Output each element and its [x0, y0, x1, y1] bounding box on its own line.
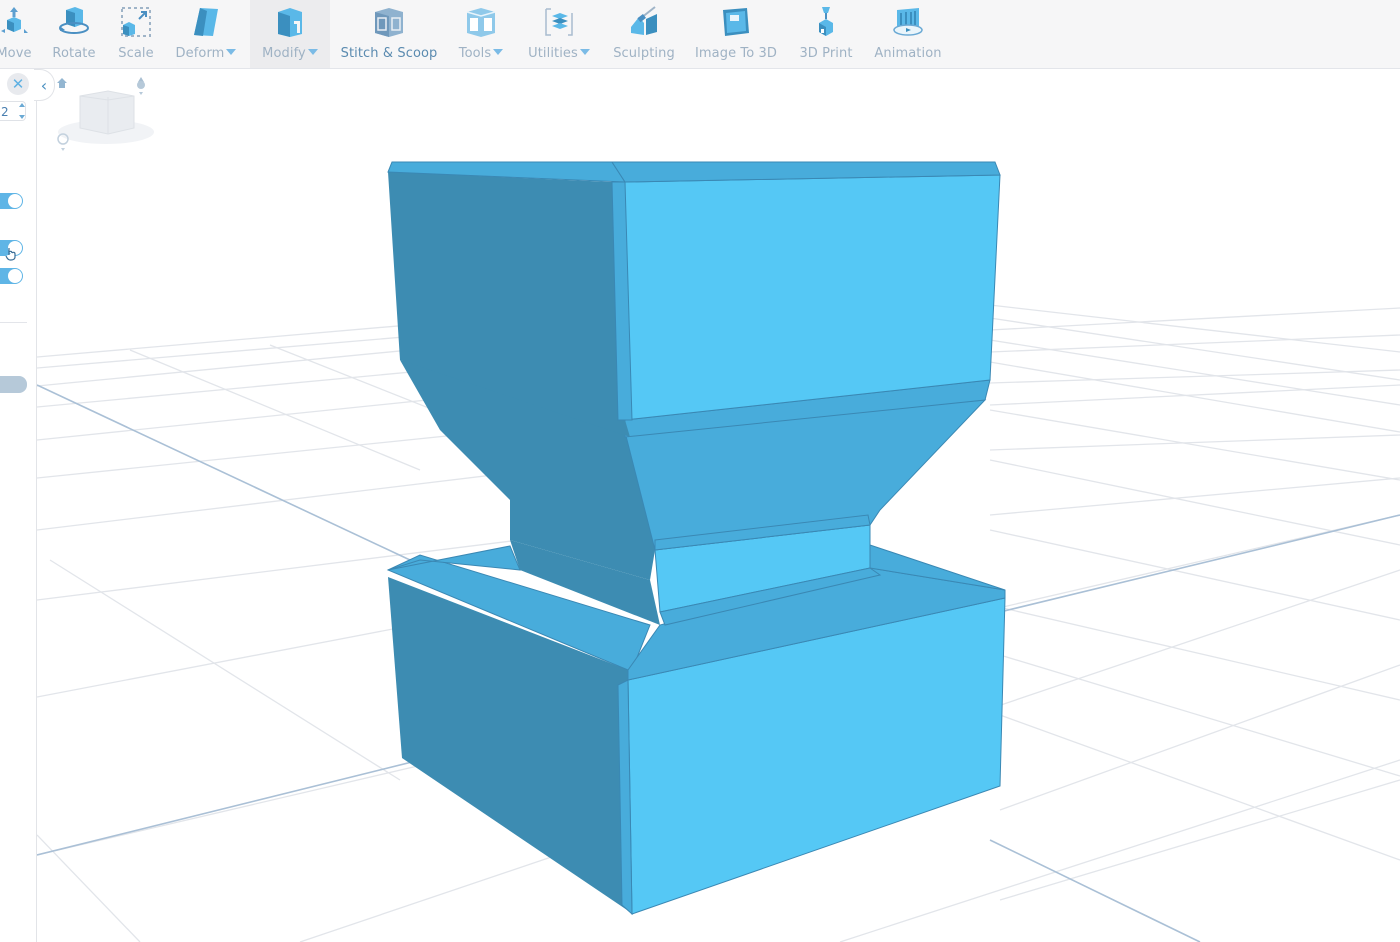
- grid-line: [999, 714, 1400, 861]
- grid-line: [129, 349, 421, 471]
- 3d-viewport[interactable]: [0, 0, 1400, 942]
- hand-cursor-icon: [5, 248, 16, 261]
- 3d-model[interactable]: [386, 161, 1006, 916]
- grid-line: [989, 409, 1400, 481]
- grid-line: [989, 434, 1400, 451]
- grid-line: [999, 664, 1400, 811]
- grid-line: [989, 304, 1400, 353]
- grid-line: [999, 779, 1400, 901]
- grid-line: [989, 477, 1400, 516]
- grid-line: [999, 654, 1400, 777]
- grid-line: [989, 529, 1400, 621]
- grid-line: [989, 307, 1400, 331]
- lightbulb-icon[interactable]: [56, 132, 70, 152]
- grid-line: [989, 604, 1400, 701]
- y-axis-line: [999, 514, 1400, 613]
- y-axis-line: [37, 759, 421, 856]
- x-axis-line: [989, 839, 1201, 942]
- cup-front-face: [624, 174, 1001, 421]
- grid-line: [989, 459, 1400, 546]
- grid-line: [49, 559, 401, 781]
- grid-line: [37, 619, 441, 698]
